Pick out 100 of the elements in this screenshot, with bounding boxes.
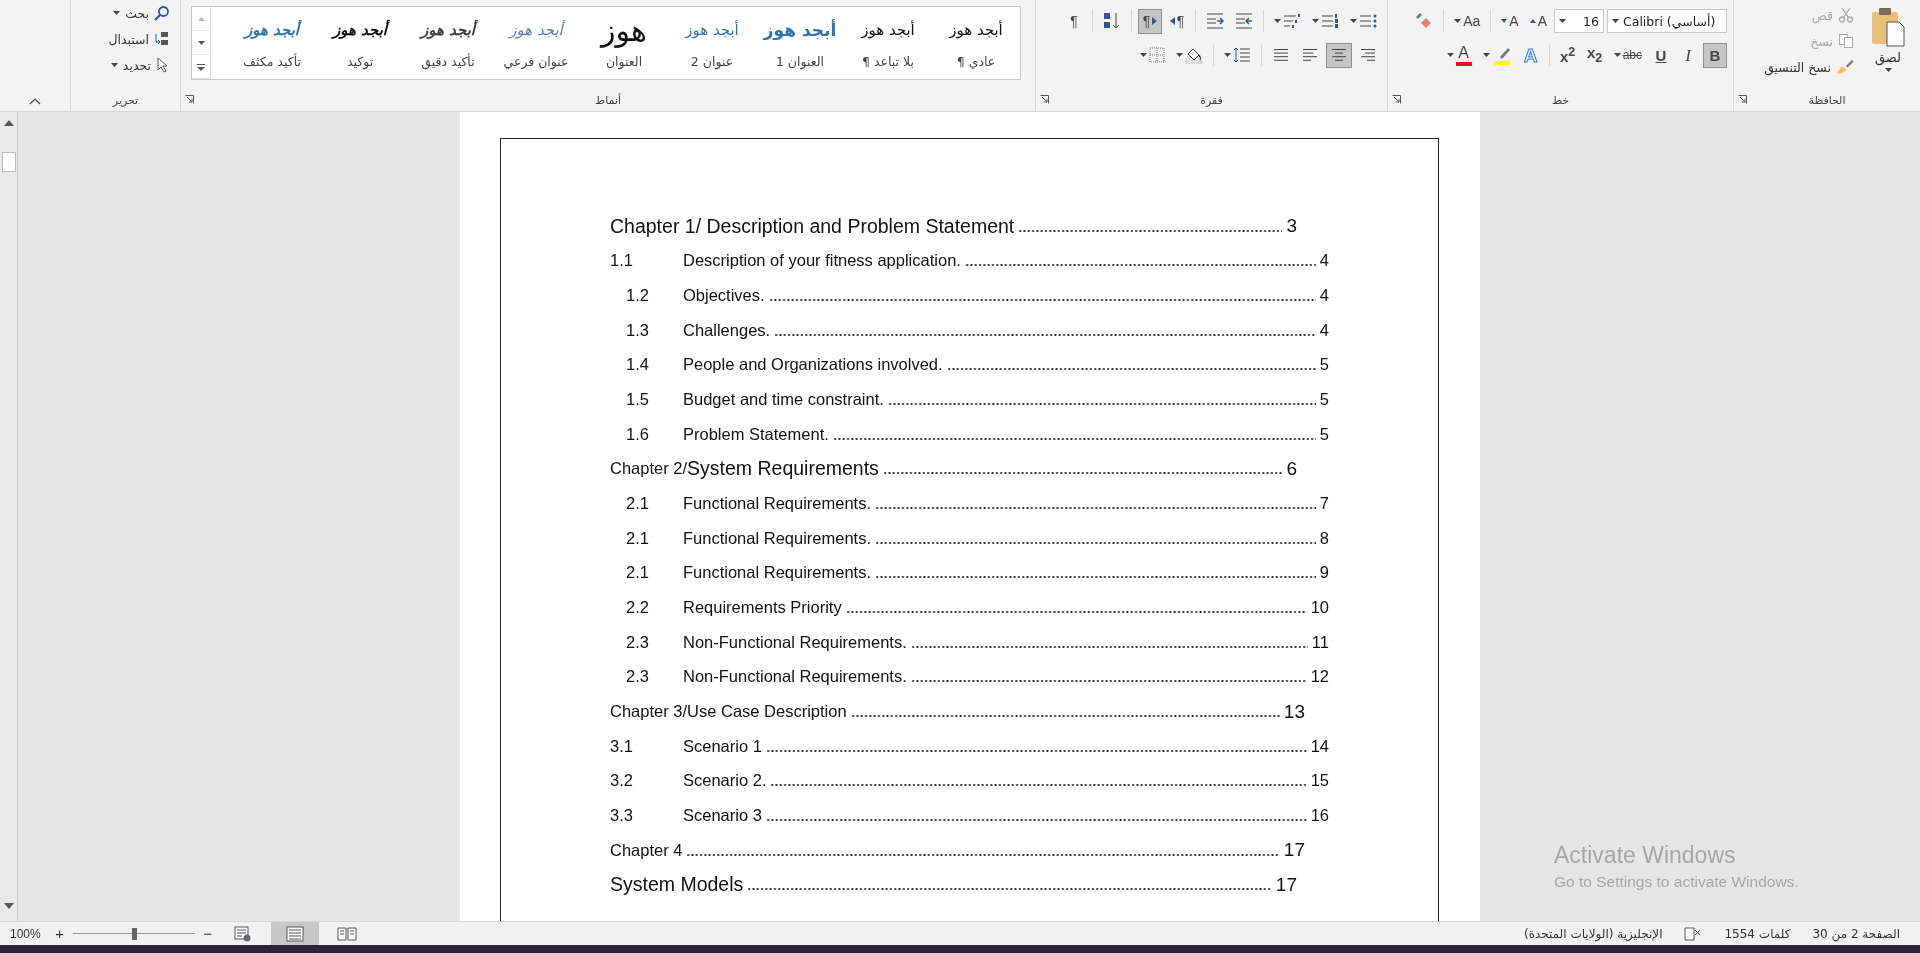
numbered-list-icon — [1321, 13, 1339, 29]
caret-icon — [1612, 19, 1619, 23]
zoom-level[interactable]: 100% — [0, 926, 53, 941]
style-item[interactable]: أبجد هوز تأكيد دقيق — [404, 7, 492, 79]
page-number: 17 — [1283, 839, 1305, 862]
entry-title: Challenges. — [683, 320, 771, 340]
font-color-button[interactable]: A — [1442, 42, 1476, 68]
zoom-in-button[interactable]: + — [52, 924, 67, 943]
outdent-icon — [1235, 13, 1253, 29]
page-number: 4 — [1319, 320, 1329, 340]
grow-font-button[interactable]: A — [1525, 8, 1551, 34]
paste-button[interactable]: لصق — [1862, 4, 1914, 89]
superscript-button[interactable]: x$^{2}$ — [1555, 42, 1580, 68]
caret-icon — [1350, 19, 1357, 23]
page-number: 5 — [1319, 390, 1329, 410]
caret-icon — [1884, 68, 1892, 72]
select-button[interactable]: تحديد — [106, 54, 174, 76]
align-left-icon — [1301, 48, 1319, 62]
font-size-field[interactable]: 16 — [1554, 9, 1604, 33]
vertical-scrollbar[interactable] — [0, 112, 18, 921]
print-layout-button[interactable] — [270, 922, 319, 945]
entry-title: People and Organizations involved. — [683, 355, 943, 375]
zoom-out-button[interactable]: − — [200, 924, 215, 943]
entry-number: 3.1 — [610, 736, 634, 756]
bulleted-list-icon — [1359, 13, 1377, 29]
left-triangle-icon — [1169, 17, 1175, 25]
dialog-launcher-icon[interactable] — [185, 95, 194, 104]
more-icon — [197, 63, 205, 71]
entry-title: Scenario 2. — [683, 771, 767, 791]
right-to-left-button[interactable]: ¶ — [1165, 8, 1189, 34]
shrink-font-button[interactable]: A — [1497, 8, 1523, 34]
style-item[interactable]: أبجد هوز توكيد — [316, 7, 404, 79]
caret-icon — [1454, 19, 1462, 23]
page-number: 4 — [1319, 286, 1329, 306]
highlighter-icon — [1491, 45, 1512, 65]
replace-button[interactable]: استبدال — [104, 28, 174, 50]
caret-icon — [1613, 53, 1621, 57]
caret-icon — [1140, 53, 1147, 57]
cursor-icon — [156, 57, 170, 73]
strikethrough-button[interactable]: abc — [1609, 42, 1646, 68]
page-count[interactable]: الصفحة 2 من 30 — [1812, 926, 1900, 941]
find-button[interactable]: بحث — [109, 2, 174, 24]
page-number: 17 — [1275, 873, 1297, 896]
bold-button[interactable]: B — [1703, 42, 1727, 68]
style-item[interactable]: أبجد هوز عادي ¶ — [932, 7, 1020, 79]
style-item[interactable]: أبجد هوز العنوان 1 — [756, 7, 844, 79]
heading-title: Chapter 1/ Description and Problem Statement — [610, 214, 1015, 238]
font-name-field[interactable]: Calibri (أساسي) — [1607, 9, 1727, 33]
show-marks-button[interactable]: ¶ — [1062, 8, 1086, 34]
heading-title: Chapter 3/Use Case Description — [610, 702, 847, 721]
page-number: 8 — [1319, 528, 1329, 548]
style-item[interactable]: أبجد هوز بلا تباعد ¶ — [844, 7, 932, 79]
up-triangle-icon — [1529, 19, 1536, 23]
left-to-right-button[interactable]: ¶ — [1138, 8, 1162, 34]
change-case-button[interactable]: Aa — [1450, 8, 1485, 34]
page-number: 13 — [1283, 700, 1305, 723]
page-number: 5 — [1319, 355, 1329, 375]
collapse-ribbon-icon[interactable] — [29, 98, 41, 105]
subscript-button[interactable]: x$_{2}$ — [1582, 42, 1607, 68]
page-number: 9 — [1319, 563, 1329, 583]
justify-icon — [1272, 48, 1290, 62]
paintbrush-icon — [1836, 59, 1854, 75]
entry-title: Scenario 3 — [683, 806, 762, 825]
page-number: 7 — [1319, 494, 1329, 514]
entry-title: Description of your fitness application. — [683, 251, 961, 271]
scrollbar-thumb[interactable] — [1, 152, 16, 172]
entry-title: Functional Requirements. — [683, 528, 871, 548]
style-item[interactable]: أبجد هوز تأكيد مكثف — [228, 7, 316, 79]
entry-title: Budget and time constraint. — [683, 390, 884, 410]
language[interactable]: الإنجليزية (الولايات المتحدة) — [1524, 926, 1663, 941]
multilevel-list-icon — [1283, 13, 1301, 29]
dialog-launcher-icon[interactable] — [1392, 95, 1401, 104]
entry-number: 2.2 — [625, 598, 650, 618]
center-button[interactable] — [1326, 42, 1352, 68]
heading-title: Chapter 4 — [610, 840, 683, 860]
caret-icon — [1482, 53, 1490, 57]
format-painter-button[interactable]: نسخ التنسيق — [1760, 56, 1858, 78]
word-count[interactable]: كلمات 1554 — [1724, 926, 1791, 941]
caret-icon — [197, 41, 205, 45]
group-label: فقرة — [1200, 93, 1223, 107]
search-icon — [154, 5, 170, 21]
heading-title: System Models — [610, 873, 744, 897]
caret-icon — [1446, 53, 1454, 57]
entry-number: 2.3 — [625, 667, 650, 687]
style-item[interactable]: هوز العنوان — [580, 7, 668, 79]
indent-icon — [1206, 13, 1224, 29]
dialog-launcher-icon[interactable] — [1040, 95, 1049, 104]
align-center-icon — [1330, 48, 1348, 62]
style-item[interactable]: أبجد هوز عنوان فرعي — [492, 7, 580, 79]
slider-thumb[interactable] — [131, 927, 137, 940]
entry-title: Requirements Priority — [683, 598, 842, 618]
group-label: خط — [1551, 93, 1570, 107]
style-item[interactable]: أبجد هوز عنوان 2 — [668, 7, 756, 79]
italic-button[interactable]: I — [1676, 42, 1700, 68]
underline-button[interactable]: U — [1649, 42, 1673, 68]
entry-title: Non-Functional Requirements. — [683, 667, 907, 687]
proofing-icon[interactable] — [1684, 926, 1703, 941]
page-icon — [285, 925, 304, 942]
page-number: 15 — [1310, 771, 1329, 791]
dialog-launcher-icon[interactable] — [1738, 95, 1747, 104]
